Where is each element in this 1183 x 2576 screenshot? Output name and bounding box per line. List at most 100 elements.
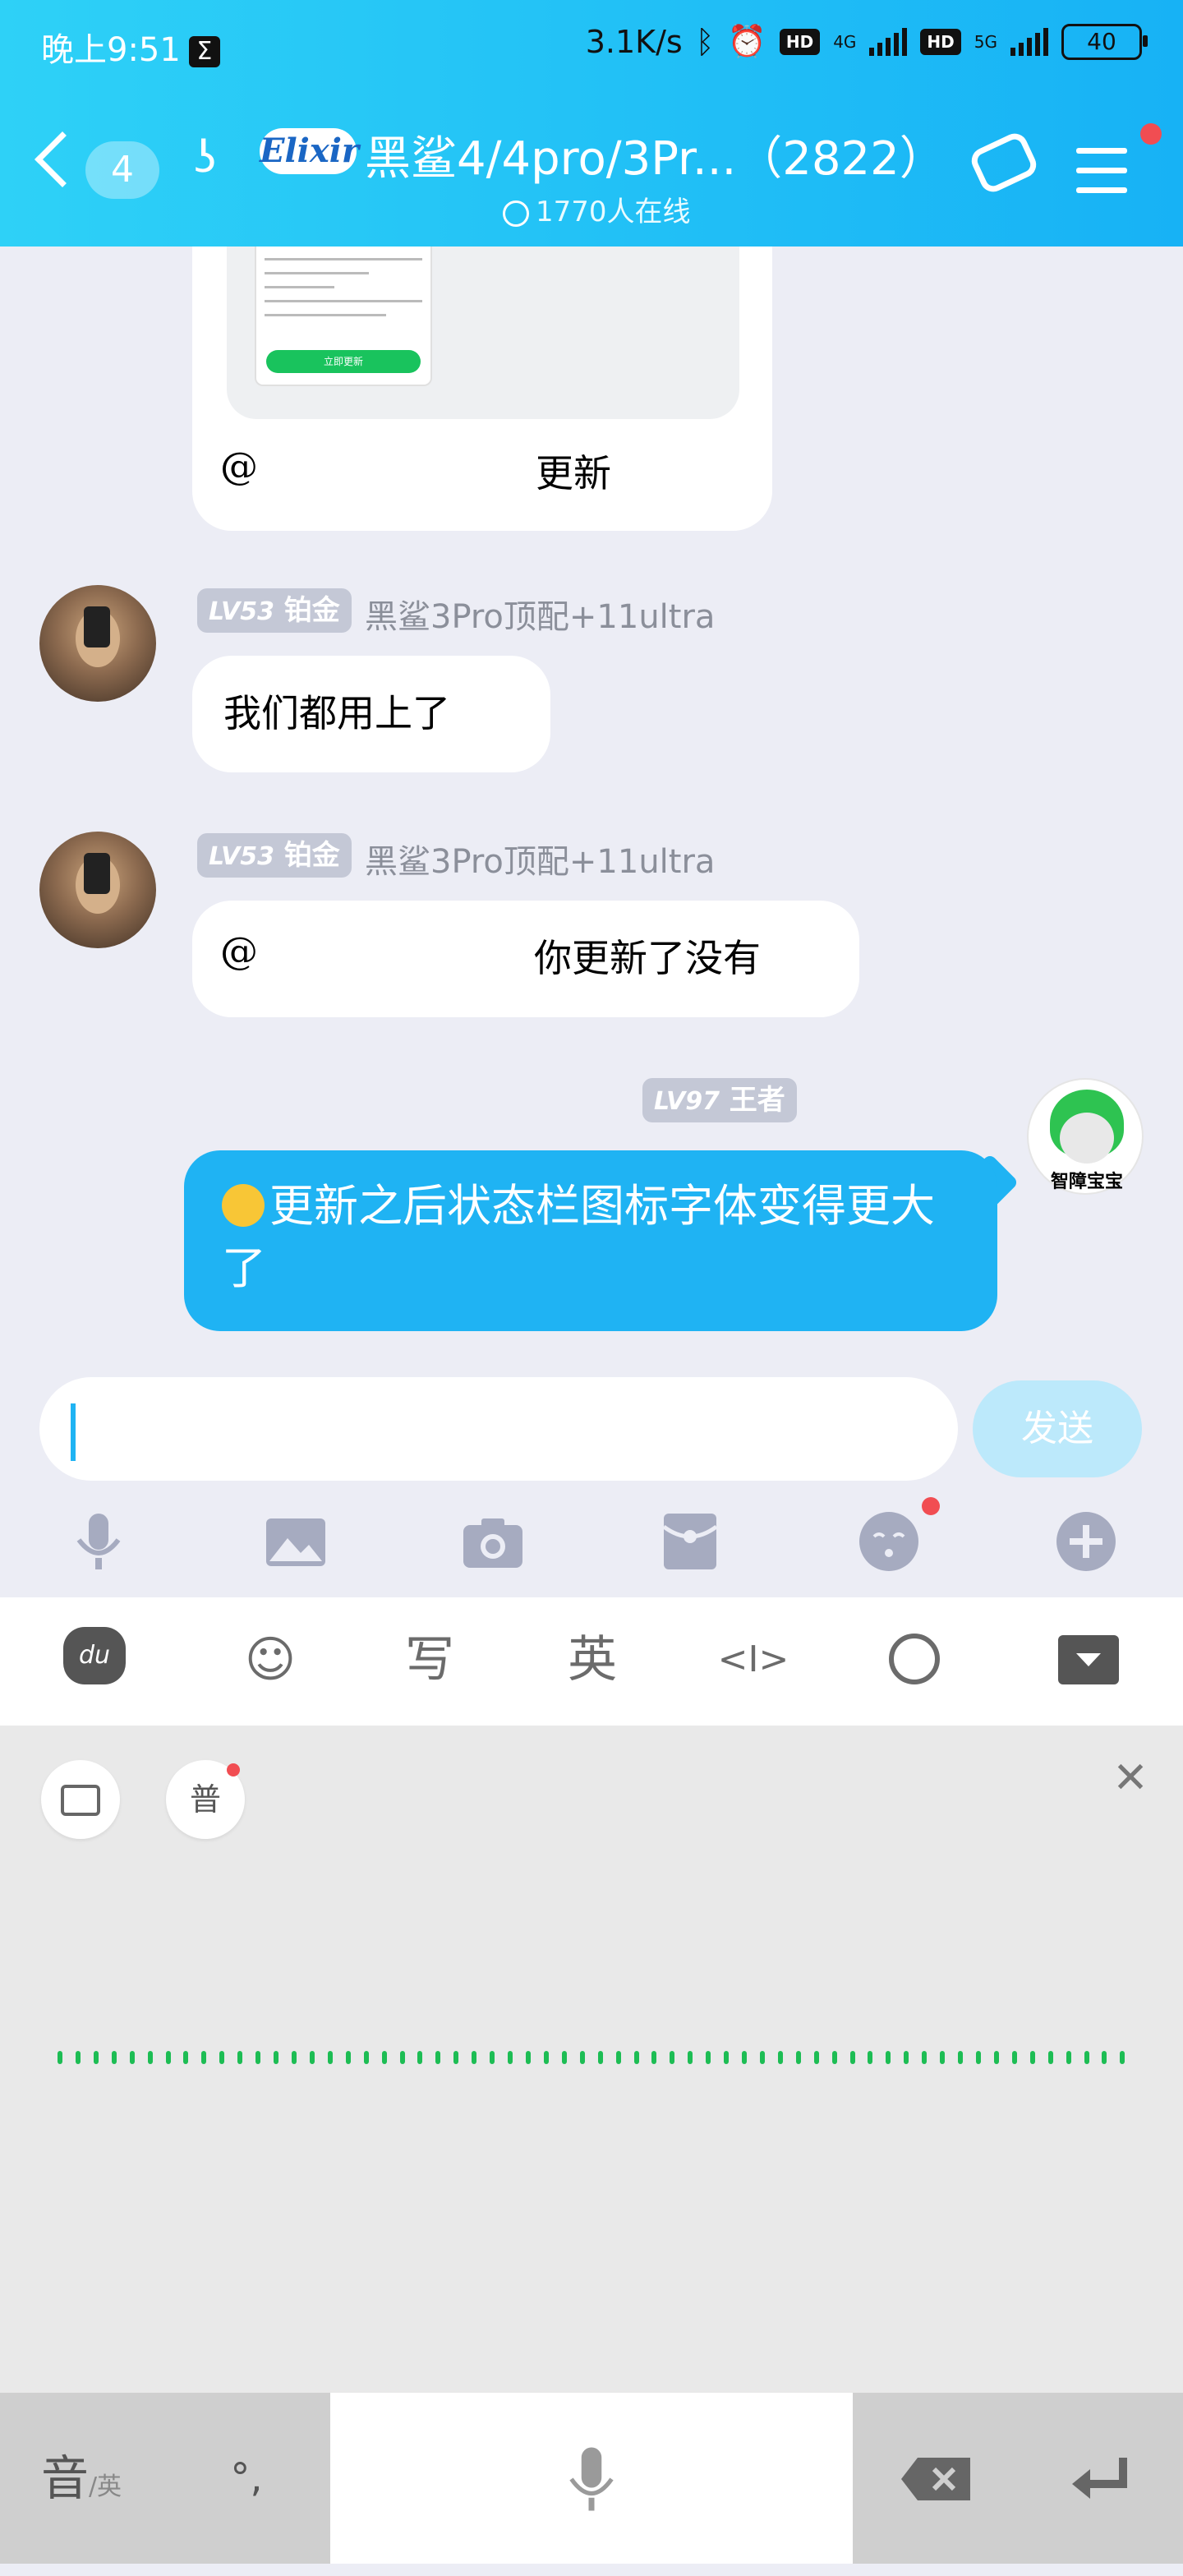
online-icon bbox=[503, 200, 529, 227]
waveform-dot bbox=[1102, 2051, 1107, 2064]
card-message-text: 更新 bbox=[536, 451, 611, 495]
waveform-dot bbox=[1066, 2051, 1071, 2064]
waveform-dot bbox=[237, 2051, 243, 2064]
waveform-dot bbox=[813, 2051, 819, 2064]
waveform-dot bbox=[886, 2051, 891, 2064]
waveform-dot bbox=[795, 2051, 801, 2064]
waveform-dot bbox=[759, 2051, 765, 2064]
signal-icon bbox=[869, 27, 908, 56]
du-icon[interactable]: du bbox=[58, 1627, 131, 1693]
punctuation-key[interactable]: °, bbox=[164, 2393, 329, 2564]
cursor-move-key[interactable]: <I> bbox=[716, 1627, 790, 1693]
waveform-dot bbox=[777, 2051, 783, 2064]
waveform-dot bbox=[345, 2051, 351, 2064]
message-text: 你更新了没有 bbox=[534, 936, 761, 980]
pin-icon[interactable] bbox=[967, 129, 1041, 196]
waveform-dot bbox=[472, 2051, 477, 2064]
waveform-dot bbox=[670, 2051, 675, 2064]
waveform-dot bbox=[849, 2051, 855, 2064]
voice-key[interactable] bbox=[330, 2393, 853, 2564]
waveform-dot bbox=[633, 2051, 639, 2064]
hd-icon: HD bbox=[779, 28, 821, 55]
waveform-dot bbox=[831, 2051, 837, 2064]
notification-dot bbox=[227, 1763, 240, 1776]
mention-at: @ bbox=[220, 929, 258, 973]
network-4g-label: 4G bbox=[833, 31, 857, 52]
card-update-button[interactable]: 立即更新 bbox=[266, 350, 421, 373]
sigma-icon: Σ bbox=[188, 36, 220, 67]
waveform-dot bbox=[490, 2051, 495, 2064]
menu-icon[interactable] bbox=[1076, 148, 1127, 196]
handwriting-key[interactable]: 写 bbox=[393, 1627, 467, 1693]
microphone-icon bbox=[569, 2447, 614, 2510]
waveform-dot bbox=[111, 2051, 117, 2064]
emoji-keyboard-icon[interactable]: ☺ bbox=[233, 1627, 307, 1693]
waveform-dot bbox=[381, 2051, 387, 2064]
time-text: 晚上9:51 bbox=[41, 31, 181, 69]
my-message-text: 更新之后状态栏图标字体变得更大了 bbox=[222, 1180, 935, 1294]
my-message: 更新之后状态栏图标字体变得更大了 bbox=[222, 1175, 978, 1300]
waveform-dot bbox=[940, 2051, 946, 2064]
waveform-dot bbox=[435, 2051, 441, 2064]
bluetooth-icon: ᛒ bbox=[695, 23, 715, 60]
my-avatar[interactable]: 智障宝宝 bbox=[1027, 1078, 1144, 1195]
waveform-dot bbox=[453, 2051, 459, 2064]
backspace-icon bbox=[901, 2457, 970, 2500]
mention-at: @ bbox=[220, 444, 258, 488]
waveform-dot bbox=[219, 2051, 225, 2064]
waveform-dot bbox=[183, 2051, 189, 2064]
waveform-dot bbox=[399, 2051, 405, 2064]
sender-name[interactable]: 黑鲨3Pro顶配+11ultra bbox=[365, 590, 715, 638]
plus-icon[interactable] bbox=[1053, 1509, 1119, 1574]
waveform-dot bbox=[327, 2051, 333, 2064]
microphone-icon[interactable] bbox=[66, 1509, 131, 1574]
message-input[interactable] bbox=[39, 1377, 958, 1481]
language-switch-key[interactable]: 音/英 bbox=[0, 2393, 163, 2564]
waveform-dot bbox=[363, 2051, 369, 2064]
notification-dot bbox=[922, 1497, 940, 1515]
unread-count-badge[interactable]: 4 bbox=[85, 141, 159, 199]
online-text: 1770人在线 bbox=[536, 196, 691, 228]
english-key[interactable]: 英 bbox=[555, 1627, 629, 1693]
level-badge: LV53 铂金 bbox=[197, 588, 352, 633]
toolbox-icon[interactable] bbox=[41, 1760, 120, 1839]
close-icon[interactable]: ✕ bbox=[1106, 1753, 1155, 1803]
hide-keyboard-icon[interactable] bbox=[1052, 1627, 1125, 1693]
voice-waveform bbox=[58, 2051, 1125, 2067]
network-5g-label: 5G bbox=[974, 31, 997, 52]
sender-name[interactable]: 黑鲨3Pro顶配+11ultra bbox=[365, 835, 715, 882]
waveform-dot bbox=[706, 2051, 711, 2064]
message-text: 我们都用上了 bbox=[223, 691, 450, 735]
my-avatar-label: 智障宝宝 bbox=[1050, 1172, 1123, 1192]
image-icon[interactable] bbox=[263, 1509, 329, 1574]
waveform-dot bbox=[543, 2051, 549, 2064]
send-button[interactable]: 发送 bbox=[973, 1380, 1142, 1477]
avatar[interactable] bbox=[39, 832, 156, 948]
group-title[interactable]: 黑鲨4/4pro/3Pr...（2822） bbox=[365, 122, 946, 188]
network-speed: 3.1K/s bbox=[585, 23, 683, 60]
ear-icon[interactable]: ʖ bbox=[194, 131, 217, 183]
waveform-dot bbox=[93, 2051, 99, 2064]
back-icon[interactable] bbox=[35, 131, 90, 187]
waveform-dot bbox=[75, 2051, 81, 2064]
search-icon[interactable] bbox=[877, 1627, 951, 1693]
waveform-dot bbox=[165, 2051, 171, 2064]
waveform-dot bbox=[508, 2051, 513, 2064]
waveform-dot bbox=[1011, 2051, 1017, 2064]
camera-icon[interactable] bbox=[460, 1509, 526, 1574]
waveform-dot bbox=[976, 2051, 982, 2064]
waveform-dot bbox=[58, 2051, 62, 2064]
waveform-dot bbox=[1029, 2051, 1035, 2064]
my-level-badge: LV97 王者 bbox=[642, 1078, 797, 1122]
avatar[interactable] bbox=[39, 585, 156, 702]
level-badge: LV53 铂金 bbox=[197, 833, 352, 878]
backspace-key[interactable] bbox=[854, 2393, 1019, 2564]
emoji-icon[interactable] bbox=[856, 1509, 922, 1574]
waveform-dot bbox=[561, 2051, 567, 2064]
red-envelope-icon[interactable] bbox=[657, 1509, 723, 1574]
waveform-dot bbox=[904, 2051, 909, 2064]
enter-key[interactable] bbox=[1020, 2393, 1183, 2564]
online-count: 1770人在线 bbox=[503, 189, 691, 229]
waveform-dot bbox=[922, 2051, 928, 2064]
waveform-dot bbox=[1047, 2051, 1053, 2064]
